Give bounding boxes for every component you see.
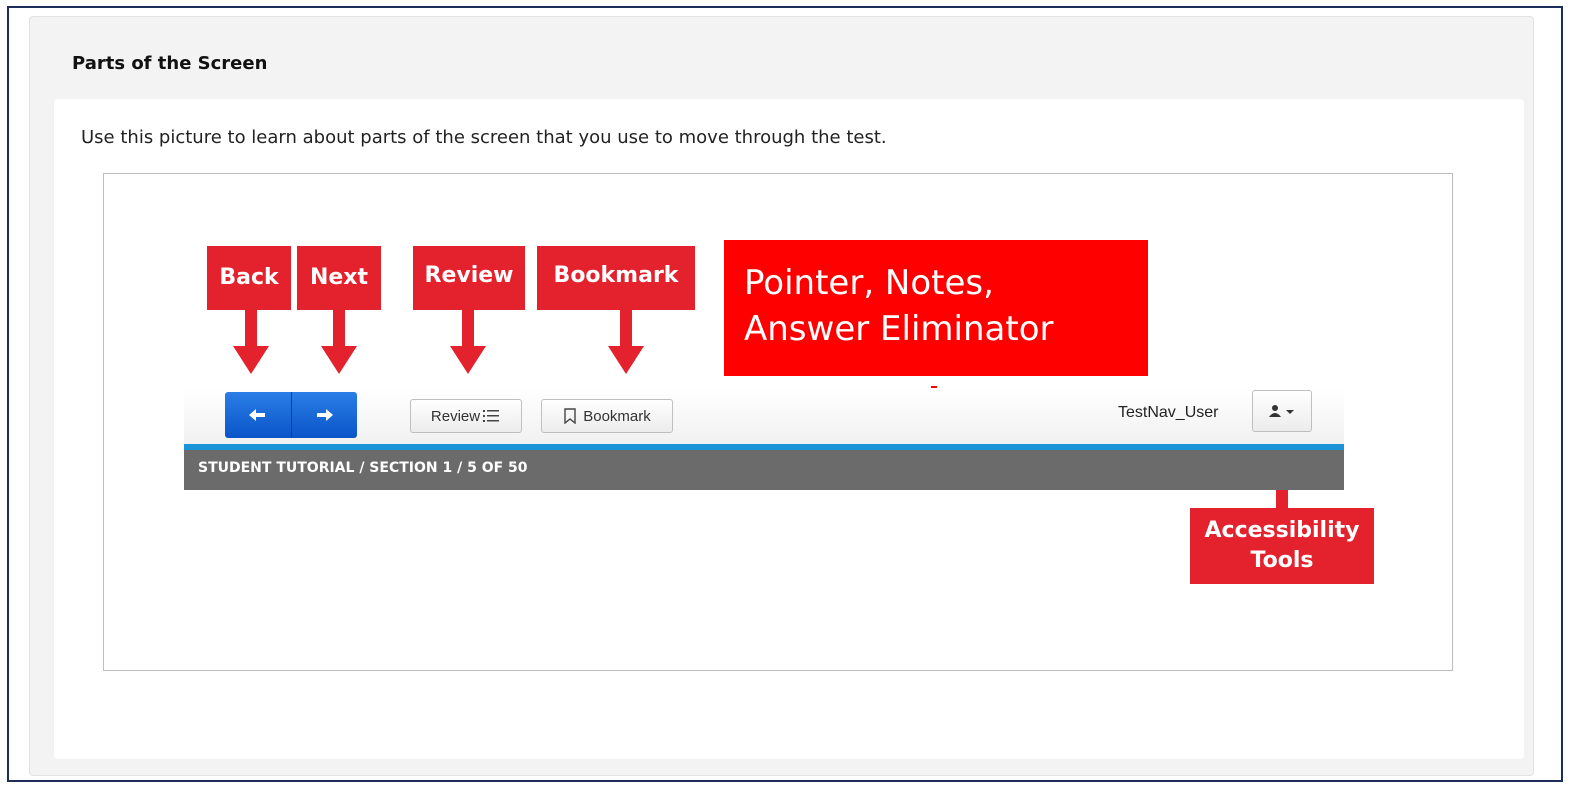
page-frame: Parts of the Screen Use this picture to … — [7, 6, 1563, 782]
pointer-notes-callout: Pointer, Notes, Answer Eliminator — [724, 240, 1148, 376]
bookmark-callout: Bookmark — [537, 246, 695, 310]
intro-text: Use this picture to learn about parts of… — [81, 127, 887, 148]
back-down-arrow-icon — [233, 310, 269, 374]
next-button[interactable] — [291, 392, 357, 438]
screen-diagram: Back Next Review Bookmark Pointer, Notes… — [103, 173, 1453, 671]
panel-title: Parts of the Screen — [72, 53, 268, 74]
pointer-callout-line1: Pointer, Notes, — [744, 263, 994, 303]
bookmark-button[interactable]: Bookmark — [541, 399, 673, 433]
review-down-arrow-icon — [450, 310, 486, 374]
review-callout: Review — [413, 246, 525, 310]
pointer-callout-line2: Answer Eliminator — [744, 309, 1054, 349]
next-callout: Next — [297, 246, 381, 310]
content-card: Use this picture to learn about parts of… — [54, 99, 1524, 759]
back-callout: Back — [207, 246, 291, 310]
list-icon — [483, 410, 500, 422]
back-next-button-group — [225, 392, 357, 438]
arrow-right-icon — [317, 409, 333, 421]
arrow-left-icon — [249, 409, 265, 421]
review-button-label: Review — [430, 407, 481, 425]
access-callout-line2: Tools — [1250, 548, 1314, 573]
breadcrumb-bar: STUDENT TUTORIAL / SECTION 1 / 5 OF 50 — [184, 450, 1344, 490]
bookmark-down-arrow-icon — [608, 310, 644, 374]
accessibility-menu-button[interactable] — [1252, 390, 1312, 432]
review-button[interactable]: Review — [410, 399, 522, 433]
user-name: TestNav_User — [1118, 404, 1219, 421]
next-down-arrow-icon — [321, 310, 357, 374]
access-callout-line1: Accessibility — [1204, 518, 1360, 543]
back-button[interactable] — [225, 392, 292, 438]
parts-of-screen-panel: Parts of the Screen Use this picture to … — [29, 16, 1534, 776]
bookmark-icon — [564, 408, 576, 424]
breadcrumb: STUDENT TUTORIAL / SECTION 1 / 5 OF 50 — [198, 460, 528, 476]
user-icon — [1269, 405, 1294, 417]
bookmark-button-label: Bookmark — [583, 407, 651, 425]
accessibility-callout: Accessibility Tools — [1190, 508, 1374, 584]
